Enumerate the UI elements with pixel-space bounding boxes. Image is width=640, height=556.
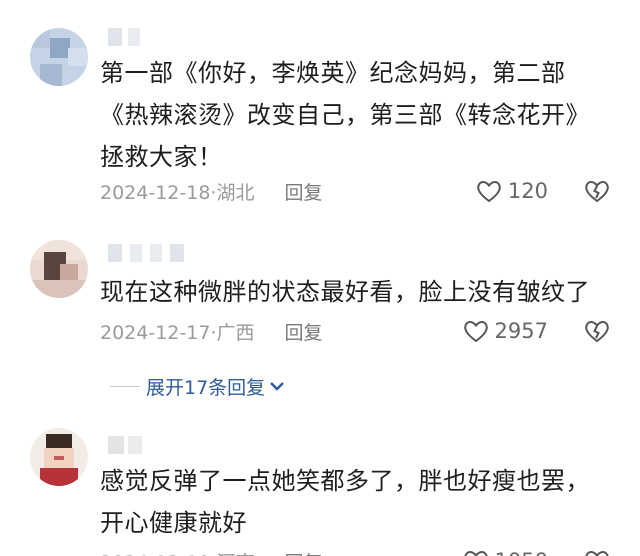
comment-date: 2024-12-19·河南: [100, 548, 254, 556]
heart-outline-icon: [463, 551, 488, 556]
like-button[interactable]: 1050: [463, 549, 548, 556]
reply-button[interactable]: 回复: [284, 548, 322, 556]
avatar[interactable]: [30, 240, 88, 298]
username-blurred: [108, 436, 198, 454]
comment-meta: 2024-12-19·河南 回复 1050: [100, 544, 610, 556]
comment-text: 现在这种微胖的状态最好看，脸上没有皱纹了: [100, 278, 590, 306]
comment-text: 感觉反弹了一点她笑都多了，胖也好瘦也罢， 开心健康就好: [100, 467, 590, 537]
like-count: 2957: [494, 319, 548, 343]
like-button[interactable]: 120: [476, 179, 548, 203]
avatar[interactable]: [30, 428, 88, 486]
username-blurred: [108, 244, 198, 262]
avatar[interactable]: [30, 28, 88, 86]
broken-heart-icon: [585, 551, 609, 556]
dislike-button[interactable]: [584, 179, 610, 203]
heart-outline-icon: [477, 181, 501, 203]
dislike-button[interactable]: [584, 319, 610, 343]
chevron-down-icon: [270, 382, 285, 391]
like-button[interactable]: 2957: [463, 319, 548, 343]
comment-date: 2024-12-18·湖北: [100, 181, 255, 204]
reply-button[interactable]: 回复: [284, 178, 322, 205]
expand-replies-button[interactable]: 展开17条回复: [110, 372, 285, 400]
broken-heart-icon: [585, 181, 609, 203]
comment-meta: 2024-12-17·广西 回复 2957: [100, 314, 610, 348]
like-count: 120: [507, 179, 548, 203]
dislike-button[interactable]: [584, 549, 610, 556]
comment-text: 第一部《你好，李焕英》纪念妈妈，第二部 《热辣滚烫》改变自己，第三部《转念花开》…: [100, 59, 590, 171]
comment-meta: 2024-12-18·湖北 回复 120: [100, 174, 610, 208]
divider: [110, 385, 140, 387]
comment-date: 2024-12-17·广西: [100, 321, 255, 344]
reply-button[interactable]: 回复: [284, 318, 322, 345]
like-count: 1050: [495, 549, 548, 556]
broken-heart-icon: [585, 321, 609, 343]
heart-outline-icon: [463, 321, 488, 343]
expand-replies-label: 展开17条回复: [146, 376, 266, 399]
username-blurred: [108, 28, 198, 46]
